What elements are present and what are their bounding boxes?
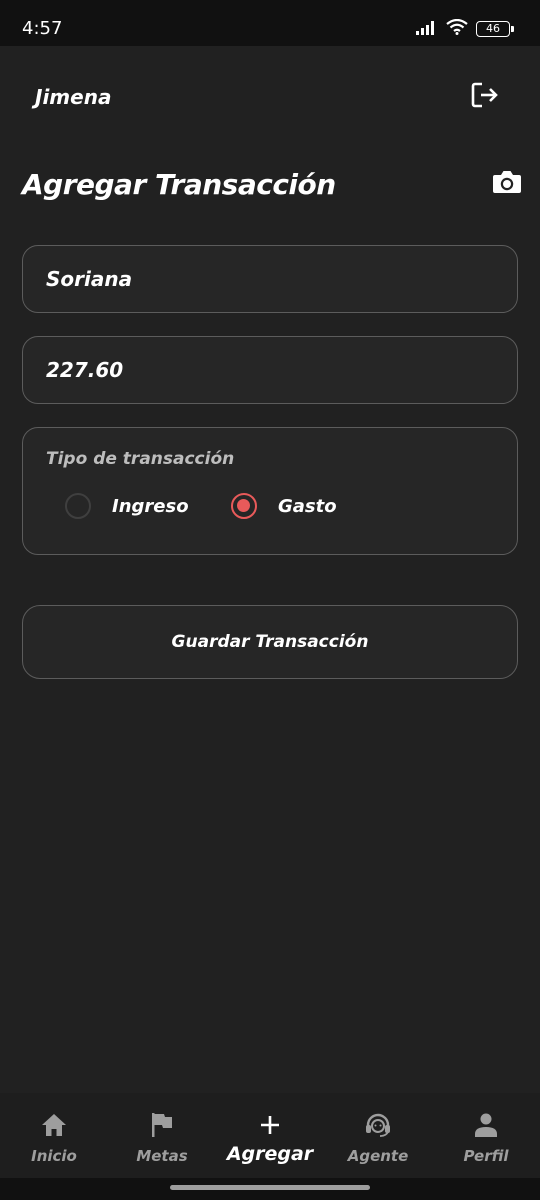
flag-icon [147, 1111, 177, 1139]
logout-button[interactable] [468, 80, 502, 114]
gesture-handle[interactable] [170, 1185, 370, 1190]
gesture-area [0, 1178, 540, 1200]
nav-item-inicio[interactable]: Inicio [0, 1093, 108, 1178]
plus-icon [255, 1111, 285, 1139]
camera-icon [492, 169, 522, 199]
page-title: Agregar Transacción [22, 168, 336, 201]
nav-label-metas: Metas [136, 1147, 188, 1165]
battery-icon: 46 [476, 21, 514, 37]
status-time: 4:57 [22, 18, 63, 39]
support-agent-icon [363, 1111, 393, 1139]
home-icon [39, 1111, 69, 1139]
nav-label-inicio: Inicio [31, 1147, 77, 1165]
name-input[interactable] [23, 246, 517, 312]
radio-option-ingreso[interactable]: Ingreso [65, 491, 189, 521]
username: Jimena [35, 85, 112, 109]
bottom-navigation: Inicio Metas Agregar Agente Perfil [0, 1093, 540, 1178]
nav-item-agente[interactable]: Agente [324, 1093, 432, 1178]
amount-input[interactable] [23, 337, 517, 403]
signal-icon [416, 20, 438, 39]
nav-label-agente: Agente [347, 1147, 409, 1165]
status-icons: 46 [416, 18, 514, 39]
transaction-type-group: Tipo de transacción Ingreso Gasto [22, 427, 518, 555]
logout-icon [470, 80, 500, 114]
nav-label-perfil: Perfil [463, 1147, 509, 1165]
radio-checked-icon[interactable] [231, 493, 257, 519]
save-transaction-button[interactable]: Guardar Transacción [22, 605, 518, 679]
radio-label-gasto: Gasto [278, 495, 337, 517]
nav-label-agregar: Agregar [226, 1143, 314, 1165]
camera-button[interactable] [490, 167, 524, 201]
wifi-icon [446, 18, 468, 39]
amount-field-container [22, 336, 518, 404]
nav-item-perfil[interactable]: Perfil [432, 1093, 540, 1178]
radio-option-gasto[interactable]: Gasto [231, 491, 337, 521]
transaction-type-label: Tipo de transacción [46, 449, 235, 469]
status-bar: 4:57 46 [0, 0, 540, 46]
person-icon [471, 1111, 501, 1139]
name-field-container [22, 245, 518, 313]
radio-unchecked-icon[interactable] [65, 493, 91, 519]
nav-item-metas[interactable]: Metas [108, 1093, 216, 1178]
nav-item-agregar[interactable]: Agregar [216, 1093, 324, 1178]
radio-label-ingreso: Ingreso [112, 495, 189, 517]
